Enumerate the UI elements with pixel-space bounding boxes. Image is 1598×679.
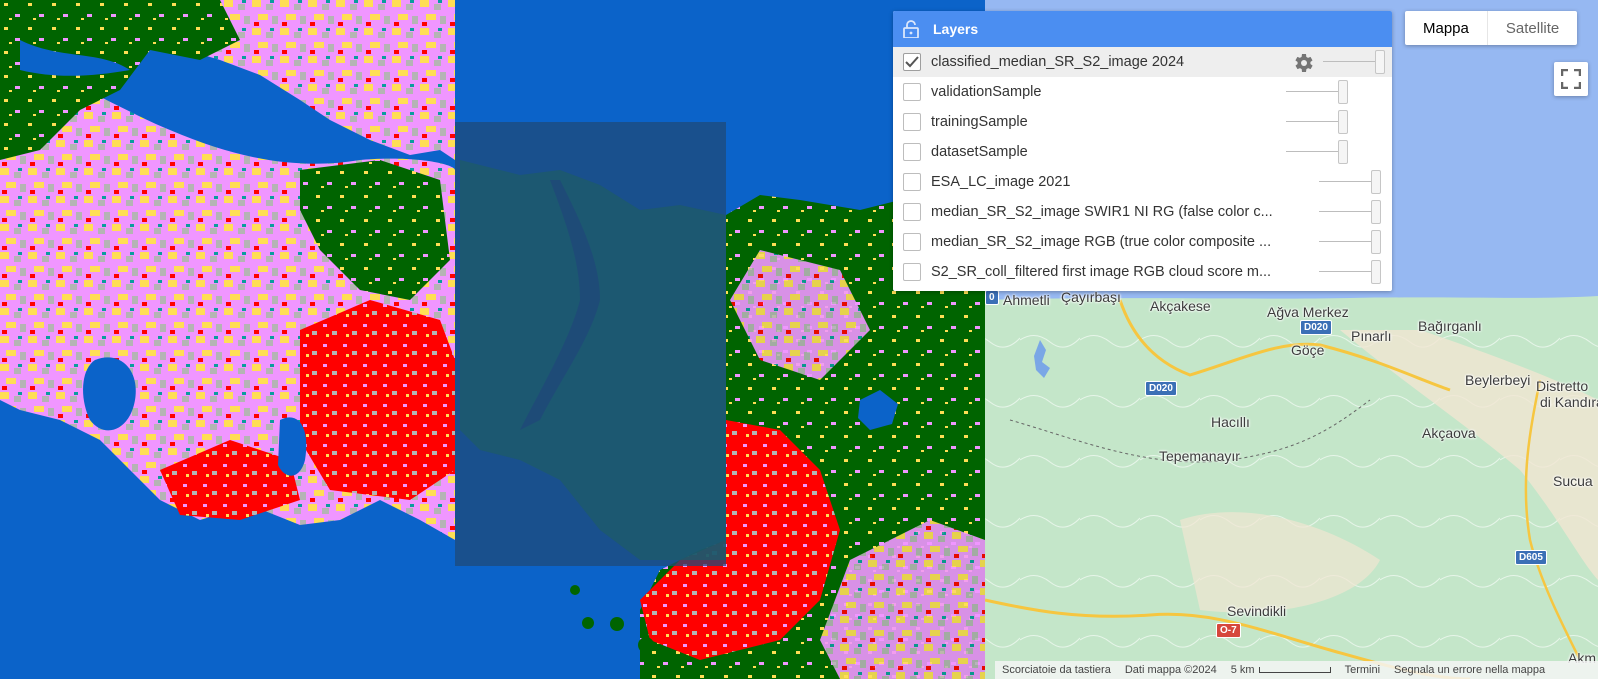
opacity-slider[interactable] [1286,80,1348,104]
slider-thumb[interactable] [1371,230,1381,254]
place-tepemanayir: Tepemanayır [1159,448,1240,464]
layer-row-s2-coll[interactable]: S2_SR_coll_filtered first image RGB clou… [893,257,1392,287]
layer-checkbox[interactable] [903,263,921,281]
island [582,617,594,629]
place-di-kandira: di Kandıra [1540,394,1598,410]
opacity-slider[interactable] [1319,260,1381,284]
layer-checkbox[interactable] [903,53,921,71]
layer-row-esa-lc[interactable]: ESA_LC_image 2021 [893,167,1392,197]
layer-checkbox[interactable] [903,143,921,161]
place-bagirganli: Bağırganlı [1418,318,1482,334]
slider-thumb[interactable] [1338,140,1348,164]
opacity-slider[interactable] [1319,230,1381,254]
place-cayirbasi: Çayırbaşı [1061,289,1121,305]
opacity-slider[interactable] [1319,170,1381,194]
layer-label: S2_SR_coll_filtered first image RGB clou… [931,264,1272,280]
terms-link[interactable]: Termini [1338,664,1387,676]
layer-label: datasetSample [931,144,1028,160]
road-shield-d020: D020 [1300,320,1332,335]
place-akcakese: Akçakese [1150,298,1211,314]
place-distretto: Distretto [1536,378,1589,394]
map-data-attribution: Dati mappa ©2024 [1124,664,1217,676]
fullscreen-button[interactable] [1554,62,1588,96]
layer-label: ESA_LC_image 2021 [931,174,1071,190]
opacity-slider[interactable] [1323,50,1385,74]
scale-bar [1258,667,1331,674]
layer-label: validationSample [931,84,1042,100]
lock-icon[interactable] [893,11,929,47]
map-type-map-button[interactable]: Mappa [1405,11,1487,45]
slider-thumb[interactable] [1375,50,1385,74]
layer-checkbox[interactable] [903,113,921,131]
layer-label: classified_median_SR_S2_image 2024 [931,54,1185,70]
island [638,637,654,653]
layer-checkbox[interactable] [903,173,921,191]
map-type-control[interactable]: Mappa Satellite [1405,11,1578,45]
road-shield-partial: 0 [985,290,999,305]
slider-thumb[interactable] [1338,80,1348,104]
urban-west [300,300,455,500]
slider-thumb[interactable] [1371,260,1381,284]
map-type-satellite-button[interactable]: Satellite [1486,11,1577,45]
layer-label: trainingSample [931,114,1028,130]
slider-thumb[interactable] [1371,170,1381,194]
scale-indicator[interactable]: 5 km [1224,664,1338,676]
place-agva-merkez: Ağva Merkez [1267,304,1349,320]
slider-thumb[interactable] [1371,200,1381,224]
layer-label: median_SR_S2_image RGB (true color compo… [931,234,1272,250]
road-shield-d020-2: D020 [1145,381,1177,396]
road-shield-o7: O-7 [1216,623,1241,638]
layers-panel[interactable]: Layers classified_median_SR_S2_image 202… [893,11,1392,291]
scale-label: 5 km [1230,664,1255,676]
layer-row-dataset[interactable]: datasetSample [893,137,1392,167]
keyboard-shortcuts-link[interactable]: Scorciatoie da tastiera [995,664,1118,676]
layers-title: Layers [933,21,979,37]
road-shield-d605: D605 [1515,550,1547,565]
layer-label: median_SR_S2_image SWIR1 NI RG (false co… [931,204,1273,220]
fullscreen-icon [1561,69,1581,89]
report-error-link[interactable]: Segnala un errore nella mappa [1387,664,1552,676]
layer-row-training[interactable]: trainingSample [893,107,1392,137]
place-sucua: Sucua [1553,473,1593,489]
place-goce: Göçe [1291,342,1325,358]
layer-checkbox[interactable] [903,83,921,101]
place-beylerbeyi: Beylerbeyi [1465,372,1531,388]
opacity-slider[interactable] [1286,140,1348,164]
gear-icon[interactable] [1291,51,1315,75]
place-hacilli: Hacıllı [1211,414,1250,430]
layer-checkbox[interactable] [903,233,921,251]
island [610,617,624,631]
checkmark-icon [905,56,919,68]
layer-row-swir[interactable]: median_SR_S2_image SWIR1 NI RG (false co… [893,197,1392,227]
layer-row-validation[interactable]: validationSample [893,77,1392,107]
place-ahmetli: Ahmetli [1003,292,1050,308]
place-pinarli: Pınarlı [1351,328,1392,344]
layers-header[interactable]: Layers [893,11,1392,47]
opacity-slider[interactable] [1319,200,1381,224]
lake-west-2 [278,417,307,476]
slider-thumb[interactable] [1338,110,1348,134]
layer-row-classified[interactable]: classified_median_SR_S2_image 2024 [893,47,1392,77]
opacity-slider[interactable] [1286,110,1348,134]
island [570,585,580,595]
place-sevindikli: Sevindikli [1227,603,1287,619]
layer-row-rgb[interactable]: median_SR_S2_image RGB (true color compo… [893,227,1392,257]
place-akcaova: Akçaova [1422,425,1476,441]
layer-checkbox[interactable] [903,203,921,221]
map-footer: Scorciatoie da tastiera Dati mappa ©2024… [995,661,1598,679]
